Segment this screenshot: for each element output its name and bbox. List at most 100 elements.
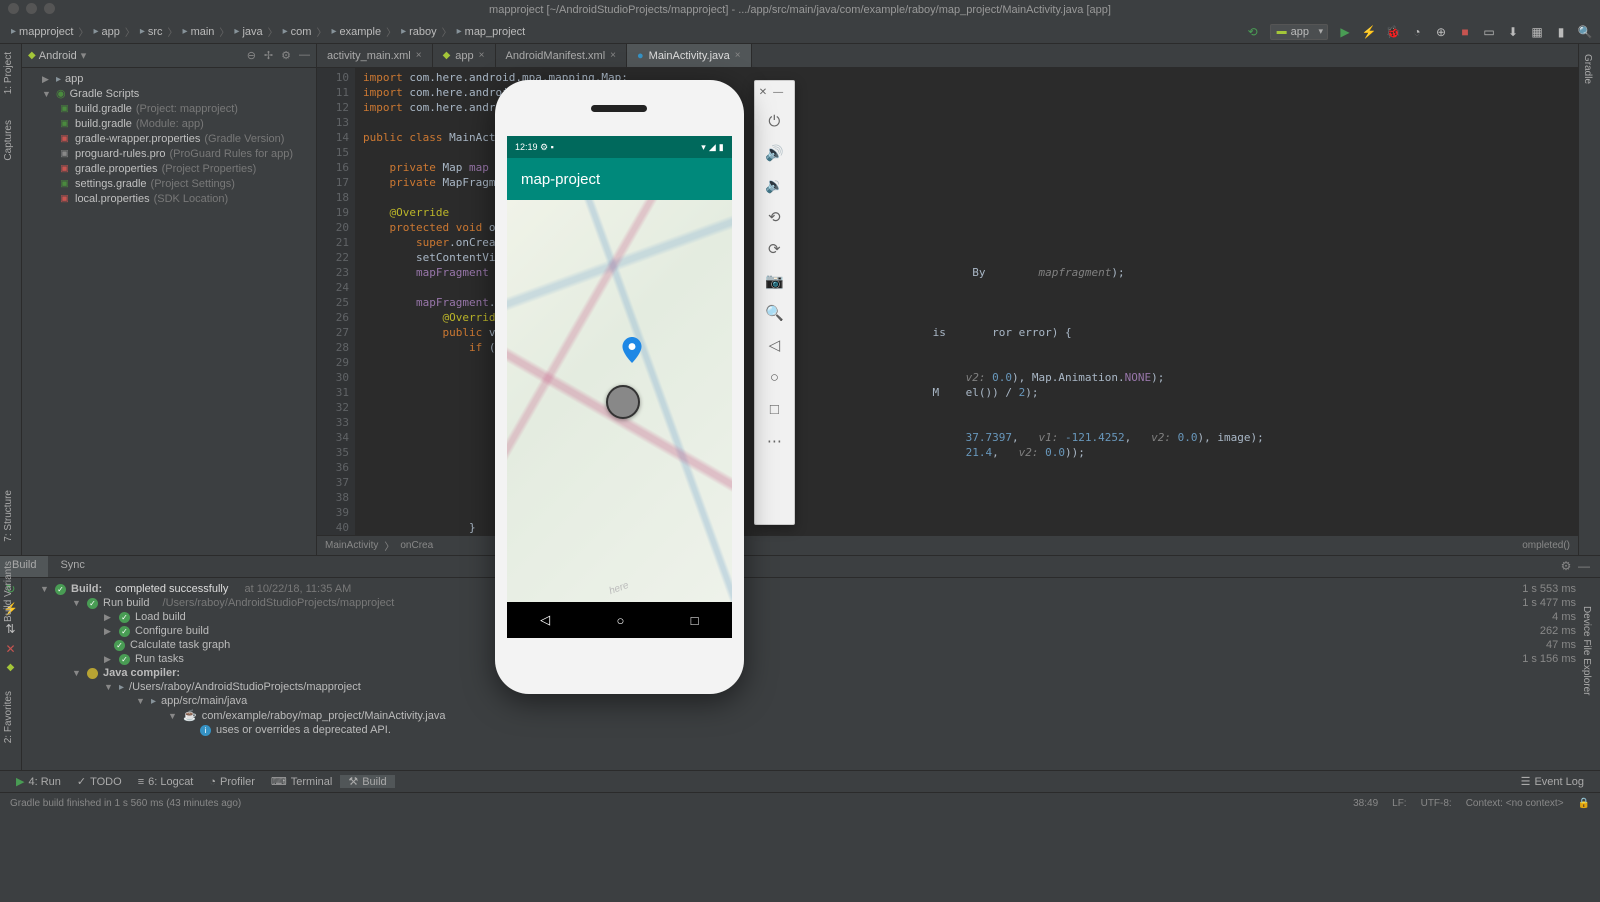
window-controls: [8, 3, 55, 14]
tree-gradle-scripts: ▼◉Gradle Scripts: [22, 86, 316, 101]
tool-logcat[interactable]: ≡6: Logcat: [130, 776, 202, 788]
tab-app[interactable]: ◆app×: [433, 44, 496, 67]
tab-gradle[interactable]: Gradle: [1579, 48, 1596, 90]
project-tree[interactable]: ▶▸app ▼◉Gradle Scripts ▣build.gradle (Pr…: [22, 68, 316, 210]
collapse-icon[interactable]: ⊖: [247, 49, 256, 62]
tab-favorites[interactable]: 2: Favorites: [0, 685, 17, 749]
soft-keys: ◁ ○ □: [507, 602, 732, 638]
run-icon[interactable]: ▶: [1338, 25, 1352, 39]
device-screen[interactable]: 12:19 ⚙ ▪ ▾◢▮ map-project here ◁ ○ □: [507, 136, 732, 638]
rotate-left-icon[interactable]: ⟲: [763, 206, 785, 228]
volume-up-icon[interactable]: 🔊: [763, 142, 785, 164]
crumb-raboy[interactable]: ▸raboy: [398, 26, 440, 38]
emu-back-icon[interactable]: ◁: [763, 334, 785, 356]
build-output[interactable]: ▼✓ Build: completed successfully at 10/2…: [22, 578, 1600, 770]
tree-build-gradle-app: ▣build.gradle (Module: app): [22, 116, 316, 131]
tab-mainactivity[interactable]: ●MainActivity.java×: [627, 44, 752, 67]
tab-build-variants[interactable]: Build Variants: [0, 555, 17, 628]
crumb-com[interactable]: ▸com: [280, 26, 315, 38]
tree-gradle-properties: ▣gradle.properties (Project Properties): [22, 161, 316, 176]
apply-changes-icon[interactable]: ⚡: [1362, 25, 1376, 39]
lock-icon[interactable]: 🔒: [1578, 798, 1590, 809]
back-key[interactable]: ◁: [540, 612, 550, 628]
crumb-src[interactable]: ▸src: [137, 26, 166, 38]
build-panel: Build Sync ⚙ — ↻ ⚡ ⇅ ✕ ◆ ▼✓ Build: compl…: [0, 555, 1600, 770]
tool-eventlog[interactable]: ☰Event Log: [1513, 775, 1592, 788]
crumb-main[interactable]: ▸main: [180, 26, 218, 38]
window-title: mapproject [~/AndroidStudioProjects/mapp…: [489, 4, 1111, 16]
avd-manager-icon[interactable]: ▭: [1482, 25, 1496, 39]
gear-icon[interactable]: ⚙: [281, 49, 291, 62]
device-icon[interactable]: ▮: [1554, 25, 1568, 39]
caret-position[interactable]: 38:49: [1353, 798, 1378, 809]
build-hide-icon[interactable]: —: [1578, 559, 1590, 573]
tree-gradle-wrapper: ▣gradle-wrapper.properties (Gradle Versi…: [22, 131, 316, 146]
gutter: 1011121314151617181920212223242526272829…: [317, 68, 355, 535]
tool-window-bar: ▶4: Run ✓TODO ≡6: Logcat ◔Profiler ⌨Term…: [0, 770, 1600, 792]
tab-project[interactable]: 1: Project: [0, 46, 17, 100]
tab-structure[interactable]: 7: Structure: [0, 484, 17, 548]
emu-overview-icon[interactable]: □: [763, 398, 785, 420]
crumb-example[interactable]: ▸example: [328, 26, 384, 38]
emu-more-icon[interactable]: ⋯: [763, 430, 785, 452]
tab-device-explorer[interactable]: Device File Explorer: [1578, 600, 1595, 701]
tree-local-properties: ▣local.properties (SDK Location): [22, 191, 316, 206]
map-marker-icon[interactable]: [619, 337, 645, 363]
subtab-sync[interactable]: Sync: [48, 556, 96, 577]
camera-icon[interactable]: 📷: [763, 270, 785, 292]
tab-captures[interactable]: Captures: [0, 114, 17, 167]
maximize-window[interactable]: [44, 3, 55, 14]
android-icon: ◆: [28, 50, 36, 61]
settings-icon[interactable]: ✢: [264, 49, 273, 62]
emulator: 12:19 ⚙ ▪ ▾◢▮ map-project here ◁ ○ □ ✕ —…: [495, 80, 795, 694]
context[interactable]: Context: <no context>: [1466, 798, 1564, 809]
emu-home-icon[interactable]: ○: [763, 366, 785, 388]
crumb-map_project[interactable]: ▸map_project: [454, 26, 529, 38]
home-key[interactable]: ○: [616, 613, 624, 628]
stop-icon[interactable]: ■: [1458, 25, 1472, 39]
tab-activity-main[interactable]: activity_main.xml×: [317, 44, 433, 67]
battery-icon: ▮: [719, 142, 724, 153]
emu-close-icon[interactable]: ✕: [759, 87, 767, 98]
crumb-mapproject[interactable]: ▸mapproject: [8, 26, 76, 38]
tree-settings-gradle: ▣settings.gradle (Project Settings): [22, 176, 316, 191]
tool-profiler[interactable]: ◔Profiler: [201, 776, 263, 788]
sdk-manager-icon[interactable]: ⬇: [1506, 25, 1520, 39]
editor-tabs: activity_main.xml× ◆app× AndroidManifest…: [317, 44, 1578, 68]
search-icon[interactable]: 🔍: [1578, 25, 1592, 39]
close-window[interactable]: [8, 3, 19, 14]
rotate-right-icon[interactable]: ⟳: [763, 238, 785, 260]
profiler-icon[interactable]: ◔: [1410, 25, 1424, 39]
avatar-marker[interactable]: [606, 385, 640, 419]
project-view-selector[interactable]: Android: [39, 50, 77, 62]
wifi-icon: ▾: [701, 142, 706, 153]
power-icon[interactable]: ⏻: [763, 110, 785, 132]
tree-proguard: ▣proguard-rules.pro (ProGuard Rules for …: [22, 146, 316, 161]
build-settings-icon[interactable]: ⚙: [1561, 559, 1572, 573]
run-config-selector[interactable]: ▬app: [1270, 24, 1328, 40]
crumb-java[interactable]: ▸java: [231, 26, 265, 38]
signal-icon: ◢: [709, 142, 716, 153]
file-encoding[interactable]: UTF-8:: [1421, 798, 1452, 809]
emu-minimize-icon[interactable]: —: [773, 87, 783, 98]
minimize-window[interactable]: [26, 3, 37, 14]
zoom-icon[interactable]: 🔍: [763, 302, 785, 324]
recents-key[interactable]: □: [691, 613, 699, 628]
sync-icon[interactable]: ⟲: [1246, 25, 1260, 39]
attach-debugger-icon[interactable]: ⊕: [1434, 25, 1448, 39]
debug-icon[interactable]: 🐞: [1386, 25, 1400, 39]
tab-manifest[interactable]: AndroidManifest.xml×: [496, 44, 628, 67]
layout-inspector-icon[interactable]: ▦: [1530, 25, 1544, 39]
tool-build[interactable]: ⚒Build: [340, 775, 394, 788]
phone-status-bar: 12:19 ⚙ ▪ ▾◢▮: [507, 136, 732, 158]
status-message: Gradle build finished in 1 s 560 ms (43 …: [10, 798, 241, 809]
crumb-app[interactable]: ▸app: [90, 26, 122, 38]
volume-down-icon[interactable]: 🔉: [763, 174, 785, 196]
hide-panel-icon[interactable]: —: [299, 49, 310, 62]
status-bar: Gradle build finished in 1 s 560 ms (43 …: [0, 792, 1600, 814]
tool-todo[interactable]: ✓TODO: [69, 775, 130, 788]
debug-small-icon: ▪: [551, 142, 554, 152]
tool-terminal[interactable]: ⌨Terminal: [263, 775, 340, 788]
map-view[interactable]: here: [507, 200, 732, 602]
line-separator[interactable]: LF:: [1392, 798, 1406, 809]
